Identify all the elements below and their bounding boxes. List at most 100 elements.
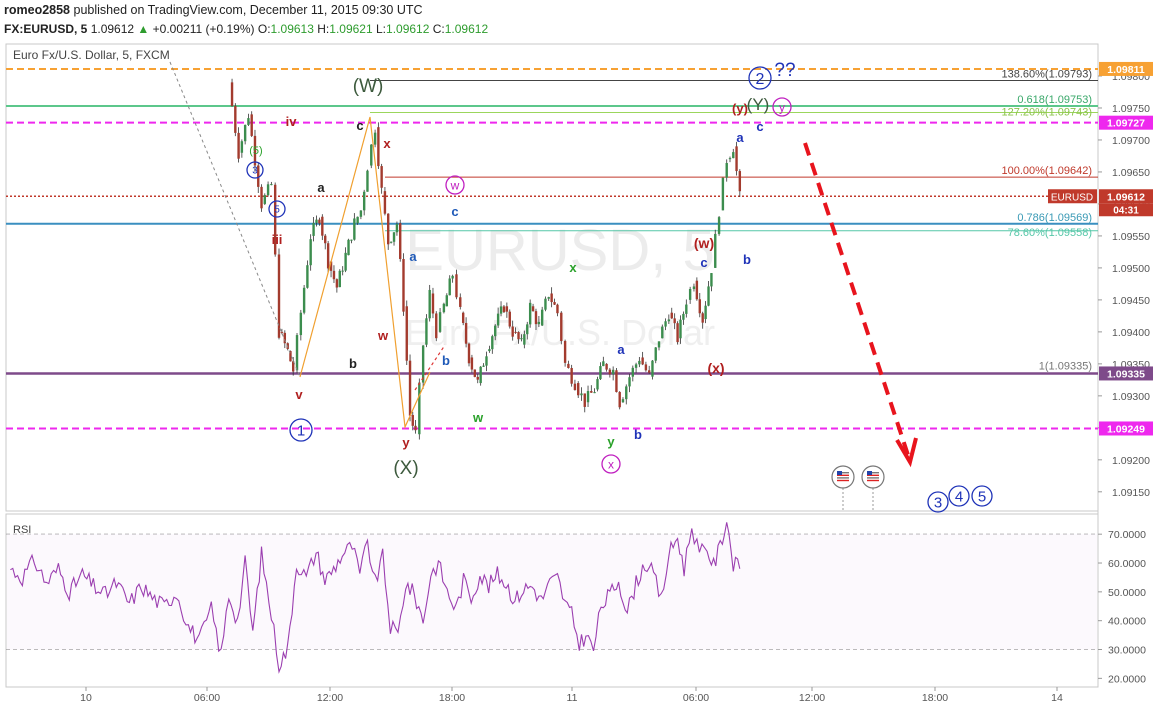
wave-label-y-circled: y bbox=[779, 100, 785, 114]
candle-body bbox=[547, 297, 550, 299]
candle-body bbox=[350, 239, 353, 241]
candle-body bbox=[514, 331, 517, 333]
candle-body bbox=[448, 278, 451, 296]
candle-body bbox=[408, 360, 412, 416]
wave-label-a-2: a bbox=[409, 249, 417, 264]
x-tick-label: 18:00 bbox=[922, 692, 948, 704]
candle-body bbox=[664, 321, 667, 327]
candle-body bbox=[234, 105, 237, 133]
candle-body bbox=[243, 124, 247, 142]
up-arrow-icon: ▲ bbox=[137, 22, 150, 36]
candle-body bbox=[517, 332, 520, 340]
rsi-tick-label: 60.0000 bbox=[1108, 558, 1146, 570]
wave-label-3: 3 bbox=[934, 494, 942, 511]
candle-body bbox=[528, 302, 532, 325]
wave-label-v: v bbox=[295, 387, 303, 402]
wave-label-c-2: c bbox=[451, 204, 458, 219]
chart-canvas[interactable]: EURUSD, 5 Euro Fx/U.S. Dollar 138.60%(1.… bbox=[0, 40, 1158, 714]
wave-label-5: 5 bbox=[978, 488, 986, 505]
candle-body bbox=[679, 319, 682, 339]
fib-label-0618: 0.618(1.09753) bbox=[1017, 94, 1092, 106]
candle-body bbox=[338, 270, 341, 288]
price-tag-orange: 1.09811 bbox=[1107, 64, 1145, 76]
pane-title: Euro Fx/U.S. Dollar, 5, FXCM bbox=[13, 48, 170, 62]
candle-body bbox=[344, 252, 347, 271]
candle-body bbox=[505, 306, 509, 312]
open-label: O: bbox=[257, 22, 271, 36]
candle-body bbox=[502, 306, 506, 313]
candle-body bbox=[431, 293, 435, 314]
x-tick-label: 12:00 bbox=[317, 692, 343, 704]
rsi-tick-label: 50.0000 bbox=[1108, 587, 1146, 599]
wave-label-w-2: w bbox=[472, 410, 484, 425]
wave-label-y-2: y bbox=[607, 434, 615, 449]
wave-label-W: (W) bbox=[353, 76, 384, 97]
fib-label-786: 78.60%(1.09558) bbox=[1008, 227, 1092, 239]
price-tag-purple: 1.09335 bbox=[1107, 368, 1145, 380]
wave-label-x-paren: (x) bbox=[707, 360, 724, 376]
candle-body bbox=[332, 270, 336, 280]
candle-body bbox=[421, 345, 425, 383]
wave-label-x-1: x bbox=[383, 136, 391, 151]
open-value: 1.09613 bbox=[270, 22, 314, 36]
candle-body bbox=[676, 323, 679, 343]
candle-body bbox=[309, 239, 312, 266]
candle-body bbox=[451, 275, 454, 279]
candle-body bbox=[295, 335, 299, 371]
candle-body bbox=[485, 356, 488, 366]
candle-body bbox=[445, 295, 449, 307]
flag-canton bbox=[867, 471, 872, 475]
wave-label-x-circled: x bbox=[608, 457, 614, 471]
x-tick-label: 06:00 bbox=[683, 692, 709, 704]
candle-body bbox=[573, 383, 577, 391]
candle-body bbox=[714, 233, 717, 268]
candle-body bbox=[356, 216, 359, 224]
candle-body bbox=[389, 241, 393, 243]
candle-body bbox=[673, 318, 676, 324]
candle-body bbox=[526, 324, 529, 335]
low-label: L: bbox=[376, 22, 387, 36]
symbol-label: FX:EURUSD, 5 bbox=[4, 22, 88, 36]
candle-body bbox=[732, 152, 735, 159]
wave-label-b-4: b bbox=[743, 252, 751, 267]
wave-label-c-3: c bbox=[700, 255, 707, 270]
y-tick-label: 1.09150 bbox=[1112, 487, 1150, 499]
candle-body bbox=[479, 366, 482, 384]
candle-body bbox=[570, 367, 573, 384]
candle-body bbox=[615, 370, 618, 393]
candle-body bbox=[618, 392, 621, 408]
rsi-tick-label: 20.0000 bbox=[1108, 673, 1146, 685]
wave-label-a-3: a bbox=[617, 342, 625, 357]
candle-body bbox=[459, 297, 462, 307]
candle-body bbox=[657, 341, 661, 348]
candle-body bbox=[467, 343, 471, 364]
candle-body bbox=[631, 367, 635, 377]
candle-body bbox=[651, 360, 654, 377]
time-axis[interactable]: 10 06:00 12:00 18:00 11 06:00 12:00 18:00 14 bbox=[80, 687, 1063, 704]
candle-body bbox=[688, 289, 692, 300]
candle-body bbox=[586, 391, 590, 403]
candle-body bbox=[602, 361, 605, 367]
candle-body bbox=[654, 347, 657, 361]
wave-label-1: 1 bbox=[297, 422, 305, 439]
candle-body bbox=[544, 298, 547, 310]
candle-body bbox=[270, 184, 273, 186]
candle-body bbox=[312, 222, 315, 236]
candle-body bbox=[605, 363, 608, 370]
candle-body bbox=[556, 304, 559, 314]
candle-body bbox=[442, 303, 446, 313]
wave-label-y-1: y bbox=[402, 435, 410, 450]
candle-body bbox=[661, 326, 664, 339]
candle-body bbox=[583, 393, 586, 407]
candle-body bbox=[707, 286, 710, 306]
author-name[interactable]: romeo2858 bbox=[4, 3, 70, 17]
rsi-tick-label: 40.0000 bbox=[1108, 616, 1146, 628]
candle-body bbox=[511, 326, 514, 337]
candle-body bbox=[647, 370, 651, 373]
candle-body bbox=[455, 274, 458, 298]
candle-body bbox=[461, 312, 465, 323]
wave-label-w-paren: (w) bbox=[694, 235, 714, 251]
candle-body bbox=[359, 210, 363, 217]
candle-body bbox=[341, 270, 344, 272]
chart-header: romeo2858 published on TradingView.com, … bbox=[0, 0, 1158, 40]
